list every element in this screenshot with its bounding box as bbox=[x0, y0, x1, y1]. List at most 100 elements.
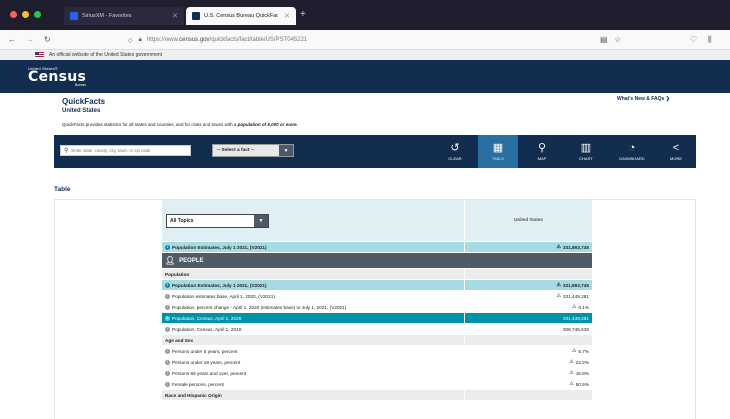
pocket-icon[interactable]: ♡ bbox=[690, 35, 697, 44]
column-header-cell: United States bbox=[465, 200, 592, 241]
category-row[interactable]: Race and Hispanic Origin bbox=[162, 390, 592, 401]
info-icon[interactable]: i bbox=[165, 370, 170, 376]
url-path: /quickfacts/fact/table/US/PST045221 bbox=[209, 37, 308, 43]
row-label: i Population, percent change - April 1, 2… bbox=[162, 302, 464, 312]
siriusxm-favicon-icon bbox=[70, 12, 78, 20]
row-value: ⚠︎ 0.1% bbox=[465, 302, 592, 312]
forward-arrow-icon[interactable]: → bbox=[26, 35, 34, 44]
row-label-text: Population Estimates, July 1 2021, (V202… bbox=[172, 244, 267, 250]
reload-icon[interactable]: ↻ bbox=[44, 35, 51, 44]
search-input[interactable]: ⚲ Enter state, county, city, town, or zi… bbox=[60, 145, 191, 156]
shield-icon: ◇ bbox=[128, 37, 133, 44]
back-arrow-icon[interactable]: ← bbox=[8, 35, 16, 44]
info-icon[interactable]: i bbox=[165, 282, 170, 288]
chart-icon: ▥ bbox=[580, 142, 592, 154]
tab-title: U.S. Census Bureau QuickFacts: United St… bbox=[204, 13, 279, 19]
bookmark-star-icon[interactable]: ☆ bbox=[614, 35, 621, 44]
census-logo[interactable]: United States® Census Bureau bbox=[28, 66, 86, 87]
clear-label: CLEAR bbox=[448, 156, 462, 161]
row-label: i Population Estimates, July 1 2021, (V20… bbox=[162, 242, 464, 252]
table-rows: i Population Estimates, July 1 2021, (V20… bbox=[162, 242, 592, 401]
dashboard-button[interactable]: ◔ DASHBOARD bbox=[612, 135, 652, 168]
us-flag-icon bbox=[35, 52, 44, 58]
library-icon[interactable]: ⫼ bbox=[708, 35, 712, 45]
url-bar[interactable]: ◇ 🔒︎ https://www. census.gov/quickfacts/f… bbox=[128, 33, 628, 47]
row-label-text: Population, Census, April 1, 2020 bbox=[172, 315, 242, 321]
reader-view-icon[interactable]: ▤ bbox=[600, 35, 608, 44]
whats-new-link[interactable]: What's New & FAQs ❯ bbox=[617, 96, 670, 102]
row-value-text: 331,893,745 bbox=[562, 244, 589, 250]
table-row: i Population estimates base, April 1, 202… bbox=[162, 291, 592, 302]
table-row: i Population, Census, April 1, 2010 308,74… bbox=[162, 324, 592, 335]
table-row: i Persons 65 years and over, percent ⚠︎ 16.… bbox=[162, 368, 592, 379]
minimize-window-button[interactable] bbox=[22, 11, 29, 18]
tab-siriusxm[interactable]: SiriusXM - Favorites ✕ bbox=[64, 7, 184, 25]
close-tab-icon[interactable]: ✕ bbox=[166, 12, 178, 20]
warning-icon[interactable]: ⚠︎ bbox=[569, 359, 573, 365]
row-value: ⚠︎ 22.2% bbox=[465, 357, 592, 367]
section-header-row[interactable]: 👤︎ PEOPLE bbox=[162, 253, 592, 269]
dashboard-icon: ◔ bbox=[628, 142, 636, 154]
browser-window: SiriusXM - Favorites ✕ U.S. Census Burea… bbox=[0, 0, 730, 419]
category-row[interactable]: Age and Sex bbox=[162, 335, 592, 346]
chart-button[interactable]: ▥ CHART bbox=[566, 135, 606, 168]
dashboard-label: DASHBOARD bbox=[619, 156, 645, 161]
table-row: i Population Estimates, July 1 2021, (V20… bbox=[162, 280, 592, 291]
row-value-text: 331,449,281 bbox=[562, 293, 589, 299]
select-fact-dropdown[interactable]: -- Select a fact -- ▼ bbox=[212, 144, 294, 157]
map-label: MAP bbox=[537, 156, 547, 161]
row-label: i Population estimates base, April 1, 202… bbox=[162, 291, 464, 301]
topics-value: All Topics bbox=[170, 218, 194, 224]
chevron-down-icon: ▼ bbox=[254, 215, 268, 227]
table-row: i Persons under 5 years, percent ⚠︎ 5.7% bbox=[162, 346, 592, 357]
row-value bbox=[465, 390, 592, 400]
row-label-text: Female persons, percent bbox=[172, 381, 224, 387]
row-label-text: Population bbox=[165, 271, 190, 277]
close-window-button[interactable] bbox=[10, 11, 17, 18]
tab-census[interactable]: U.S. Census Bureau QuickFacts: United St… bbox=[186, 7, 296, 25]
info-icon[interactable]: i bbox=[165, 348, 170, 354]
category-row[interactable]: Population bbox=[162, 269, 592, 280]
person-icon: 👤︎ bbox=[165, 256, 176, 265]
quickfacts-toolbar: ⚲ Enter state, county, city, town, or zi… bbox=[54, 135, 696, 168]
more-button[interactable]: < MORE bbox=[656, 135, 696, 168]
info-icon[interactable]: i bbox=[165, 304, 170, 310]
table-button[interactable]: ▦ TABLE bbox=[478, 135, 518, 168]
row-label-text: Population, percent change - April 1, 20… bbox=[172, 304, 347, 310]
close-tab-icon[interactable]: ✕ bbox=[278, 12, 290, 20]
chart-label: CHART bbox=[579, 156, 593, 161]
more-label: MORE bbox=[670, 156, 682, 161]
info-icon[interactable]: i bbox=[165, 326, 170, 332]
search-icon: ⚲ bbox=[64, 148, 69, 154]
warning-icon[interactable]: ⚠︎ bbox=[556, 293, 560, 299]
maximize-window-button[interactable] bbox=[34, 11, 41, 18]
info-icon[interactable]: i bbox=[165, 244, 170, 250]
row-label-text: Age and Sex bbox=[165, 337, 194, 343]
row-value bbox=[465, 335, 592, 345]
info-icon[interactable]: i bbox=[165, 359, 170, 365]
table-icon: ▦ bbox=[492, 142, 504, 154]
row-value-text: 308,745,538 bbox=[562, 326, 589, 332]
clear-button[interactable]: ↺ CLEAR bbox=[435, 135, 475, 168]
row-value-text: 0.1% bbox=[578, 304, 589, 310]
warning-icon[interactable]: ⚠︎ bbox=[556, 282, 560, 288]
warning-icon[interactable]: ⚠︎ bbox=[569, 370, 573, 376]
clear-icon: ↺ bbox=[450, 142, 460, 154]
row-label: i Population, Census, April 1, 2020 bbox=[162, 313, 464, 323]
warning-icon[interactable]: ⚠︎ bbox=[556, 244, 560, 250]
chevron-down-icon: ▼ bbox=[279, 145, 293, 156]
map-pin-icon: ⚲ bbox=[537, 142, 547, 154]
info-icon[interactable]: i bbox=[165, 293, 170, 299]
share-icon: < bbox=[672, 142, 680, 154]
lock-icon: 🔒︎ bbox=[138, 36, 142, 43]
topics-dropdown[interactable]: All Topics ▼ bbox=[166, 214, 269, 228]
warning-icon[interactable]: ⚠︎ bbox=[572, 304, 576, 310]
map-button[interactable]: ⚲ MAP bbox=[522, 135, 562, 168]
page-subtitle: United States bbox=[62, 108, 101, 114]
row-label: Population bbox=[162, 269, 464, 279]
info-icon[interactable]: i bbox=[165, 381, 170, 387]
warning-icon[interactable]: ⚠︎ bbox=[572, 348, 576, 354]
new-tab-button[interactable]: + bbox=[300, 9, 306, 20]
warning-icon[interactable]: ⚠︎ bbox=[569, 381, 573, 387]
info-icon[interactable]: i bbox=[165, 315, 170, 321]
